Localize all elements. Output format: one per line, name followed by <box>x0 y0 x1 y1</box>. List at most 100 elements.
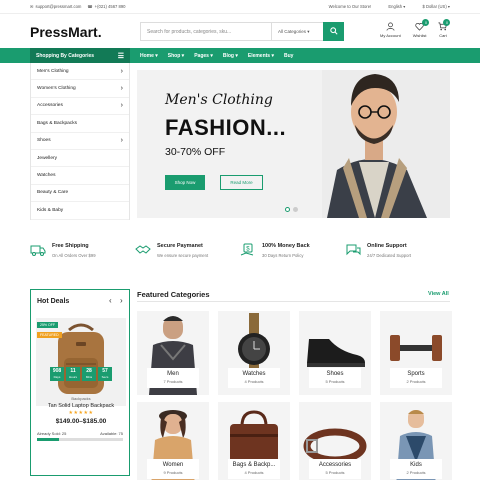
feature-item: $100% Money Back 30 Days Return Policy <box>240 243 345 258</box>
product-price: $149.00–$185.00 <box>55 418 107 425</box>
currency-select[interactable]: $ Dollar (US) ▾ <box>415 4 450 9</box>
category-sidebar: Men's Clothing › Women's Clothing › Accessor… <box>30 63 130 220</box>
sidebar-item[interactable]: Shoes › <box>31 133 129 150</box>
sidebar-item[interactable]: Men's Clothing › <box>31 63 129 81</box>
slider-dot[interactable] <box>285 207 290 212</box>
nav-link-buy[interactable]: Buy <box>284 53 293 59</box>
countdown-secs: 57 Secs <box>98 367 112 381</box>
category-name: Kids <box>410 462 422 468</box>
feature-subtitle: We ensure secure payment <box>157 253 209 258</box>
nav-link-pages[interactable]: Pages ▾ <box>194 53 213 59</box>
countdown-hours: 11 Hours <box>66 367 80 381</box>
sidebar-item-label: Shoes <box>37 138 51 144</box>
hero-title: FASHION... <box>165 115 287 140</box>
nav-link-home[interactable]: Home ▾ <box>140 53 158 59</box>
product-category[interactable]: Backpacks <box>31 396 131 401</box>
feature-item: Secure Paymanet We ensure secure payment <box>135 243 240 258</box>
cart-button[interactable]: Cart 0 <box>438 19 451 38</box>
support-phone[interactable]: +(021) 4567 890 <box>95 4 126 9</box>
category-count: 2 Products <box>406 379 426 384</box>
sidebar-item[interactable]: Kids & Baby <box>31 202 129 220</box>
shop-now-button[interactable]: Shop Now <box>165 175 205 190</box>
sidebar-item[interactable]: Watches <box>31 167 129 185</box>
truck-icon <box>30 245 46 256</box>
sidebar-item-label: Bags & Backpacks <box>37 120 77 126</box>
category-name: Bags & Backp... <box>232 462 276 468</box>
categories-toggle[interactable]: Shopping By Categories ☰ <box>30 48 130 63</box>
wishlist-count: 0 <box>422 19 430 26</box>
chevron-right-icon: › <box>120 67 123 75</box>
category-name: Men <box>167 371 179 377</box>
prev-arrow-icon[interactable]: ‹ <box>109 296 112 305</box>
countdown-days: 908 Days <box>50 367 64 381</box>
category-count: 4 Products <box>244 379 264 384</box>
category-card[interactable]: Sports 2 Products <box>380 311 452 395</box>
stock-progress <box>37 438 123 441</box>
chat-icon <box>346 244 361 256</box>
hot-deals-panel: Hot Deals ‹ › 25% OFF FEATURED 908 Days 11… <box>30 289 130 476</box>
sidebar-item-label: Watches <box>37 173 56 179</box>
feature-title: Secure Paymanet <box>157 243 203 249</box>
sidebar-item[interactable]: Bags & Backpacks <box>31 115 129 133</box>
category-name: Watches <box>242 371 266 377</box>
category-card[interactable]: Bags & Backp... 4 Products <box>218 402 290 480</box>
product-name[interactable]: Tan Solid Laptop Backpack <box>31 403 131 409</box>
category-label: Women 9 Products <box>147 459 199 479</box>
nav-link-shop[interactable]: Shop ▾ <box>168 53 184 59</box>
stock-info: Already Sold: 25 Available: 75 <box>37 431 123 436</box>
feature-item: Free Shipping On All Orders Over $99 <box>30 243 135 258</box>
sidebar-item-label: Women's Clothing <box>37 86 76 92</box>
search-button[interactable] <box>323 21 344 41</box>
account-button[interactable]: My Account <box>380 22 401 38</box>
category-card[interactable]: Shoes 5 Products <box>299 311 371 395</box>
view-all-link[interactable]: View All <box>428 291 449 297</box>
category-card[interactable]: Watches 4 Products <box>218 311 290 395</box>
sidebar-item[interactable]: Women's Clothing › <box>31 80 129 98</box>
countdown-timer: 908 Days 11 Hours 28 Mins 57 Secs <box>50 367 112 381</box>
category-name: Accessories <box>318 462 352 468</box>
welcome-text: Welcome to Our Store! <box>328 4 372 9</box>
feature-subtitle: On All Orders Over $99 <box>52 253 96 258</box>
top-bar: ✉ support@pressmart.com ☎ +(021) 4567 89… <box>0 0 480 14</box>
feature-item: Online Support 24/7 Dedicated Support <box>345 243 450 258</box>
category-card[interactable]: Men 7 Products <box>137 311 209 395</box>
nav-link-elements[interactable]: Elements ▾ <box>248 53 274 59</box>
user-icon <box>386 22 395 31</box>
category-count: 4 Products <box>244 470 264 475</box>
category-card[interactable]: Kids 2 Products <box>380 402 452 480</box>
sidebar-item-label: Jewellery <box>37 155 57 161</box>
sidebar-item[interactable]: Beauty & Care <box>31 185 129 203</box>
read-more-button[interactable]: Read More <box>220 175 263 190</box>
next-arrow-icon[interactable]: › <box>120 296 123 305</box>
wishlist-button[interactable]: Wishlist 0 <box>413 19 430 38</box>
category-label: Kids 2 Products <box>390 459 442 479</box>
category-label: Shoes 5 Products <box>309 368 361 388</box>
category-card[interactable]: Women 9 Products <box>137 402 209 480</box>
chevron-right-icon: › <box>120 85 123 93</box>
phone-icon: ☎ <box>87 4 93 9</box>
slider-dot[interactable] <box>293 207 298 212</box>
language-select[interactable]: English ▾ <box>380 4 405 9</box>
countdown-mins: 28 Mins <box>82 367 96 381</box>
feature-title: 100% Money Back <box>262 243 310 249</box>
sidebar-item-label: Accessories <box>37 103 63 109</box>
search-category-select[interactable]: All Categories ▾ <box>271 23 323 40</box>
sidebar-item-label: Men's Clothing <box>37 68 69 74</box>
category-count: 2 Products <box>406 470 426 475</box>
nav-link-blog[interactable]: Blog ▾ <box>223 53 238 59</box>
category-name: Women <box>162 462 184 468</box>
category-label: Men 7 Products <box>147 368 199 388</box>
hero-subtitle: Men's Clothing <box>165 92 273 108</box>
support-email[interactable]: support@pressmart.com <box>36 4 82 9</box>
featured-tag: FEATURED <box>37 332 62 338</box>
feature-subtitle: 24/7 Dedicated Support <box>367 253 411 258</box>
search-input[interactable]: Search for products, categories, sku... <box>141 29 271 35</box>
site-logo[interactable]: PressMart. <box>30 24 102 40</box>
sidebar-item[interactable]: Accessories › <box>31 98 129 116</box>
sidebar-item[interactable]: Jewellery <box>31 150 129 168</box>
category-card[interactable]: Accessories 5 Products <box>299 402 371 480</box>
nav-links: Home ▾ Shop ▾ Pages ▾ Blog ▾ Elements ▾ Buy <box>140 48 293 63</box>
sidebar-item-label: Beauty & Care <box>37 190 69 196</box>
available-count: Available: 75 <box>100 431 123 436</box>
category-count: 7 Products <box>163 379 183 384</box>
